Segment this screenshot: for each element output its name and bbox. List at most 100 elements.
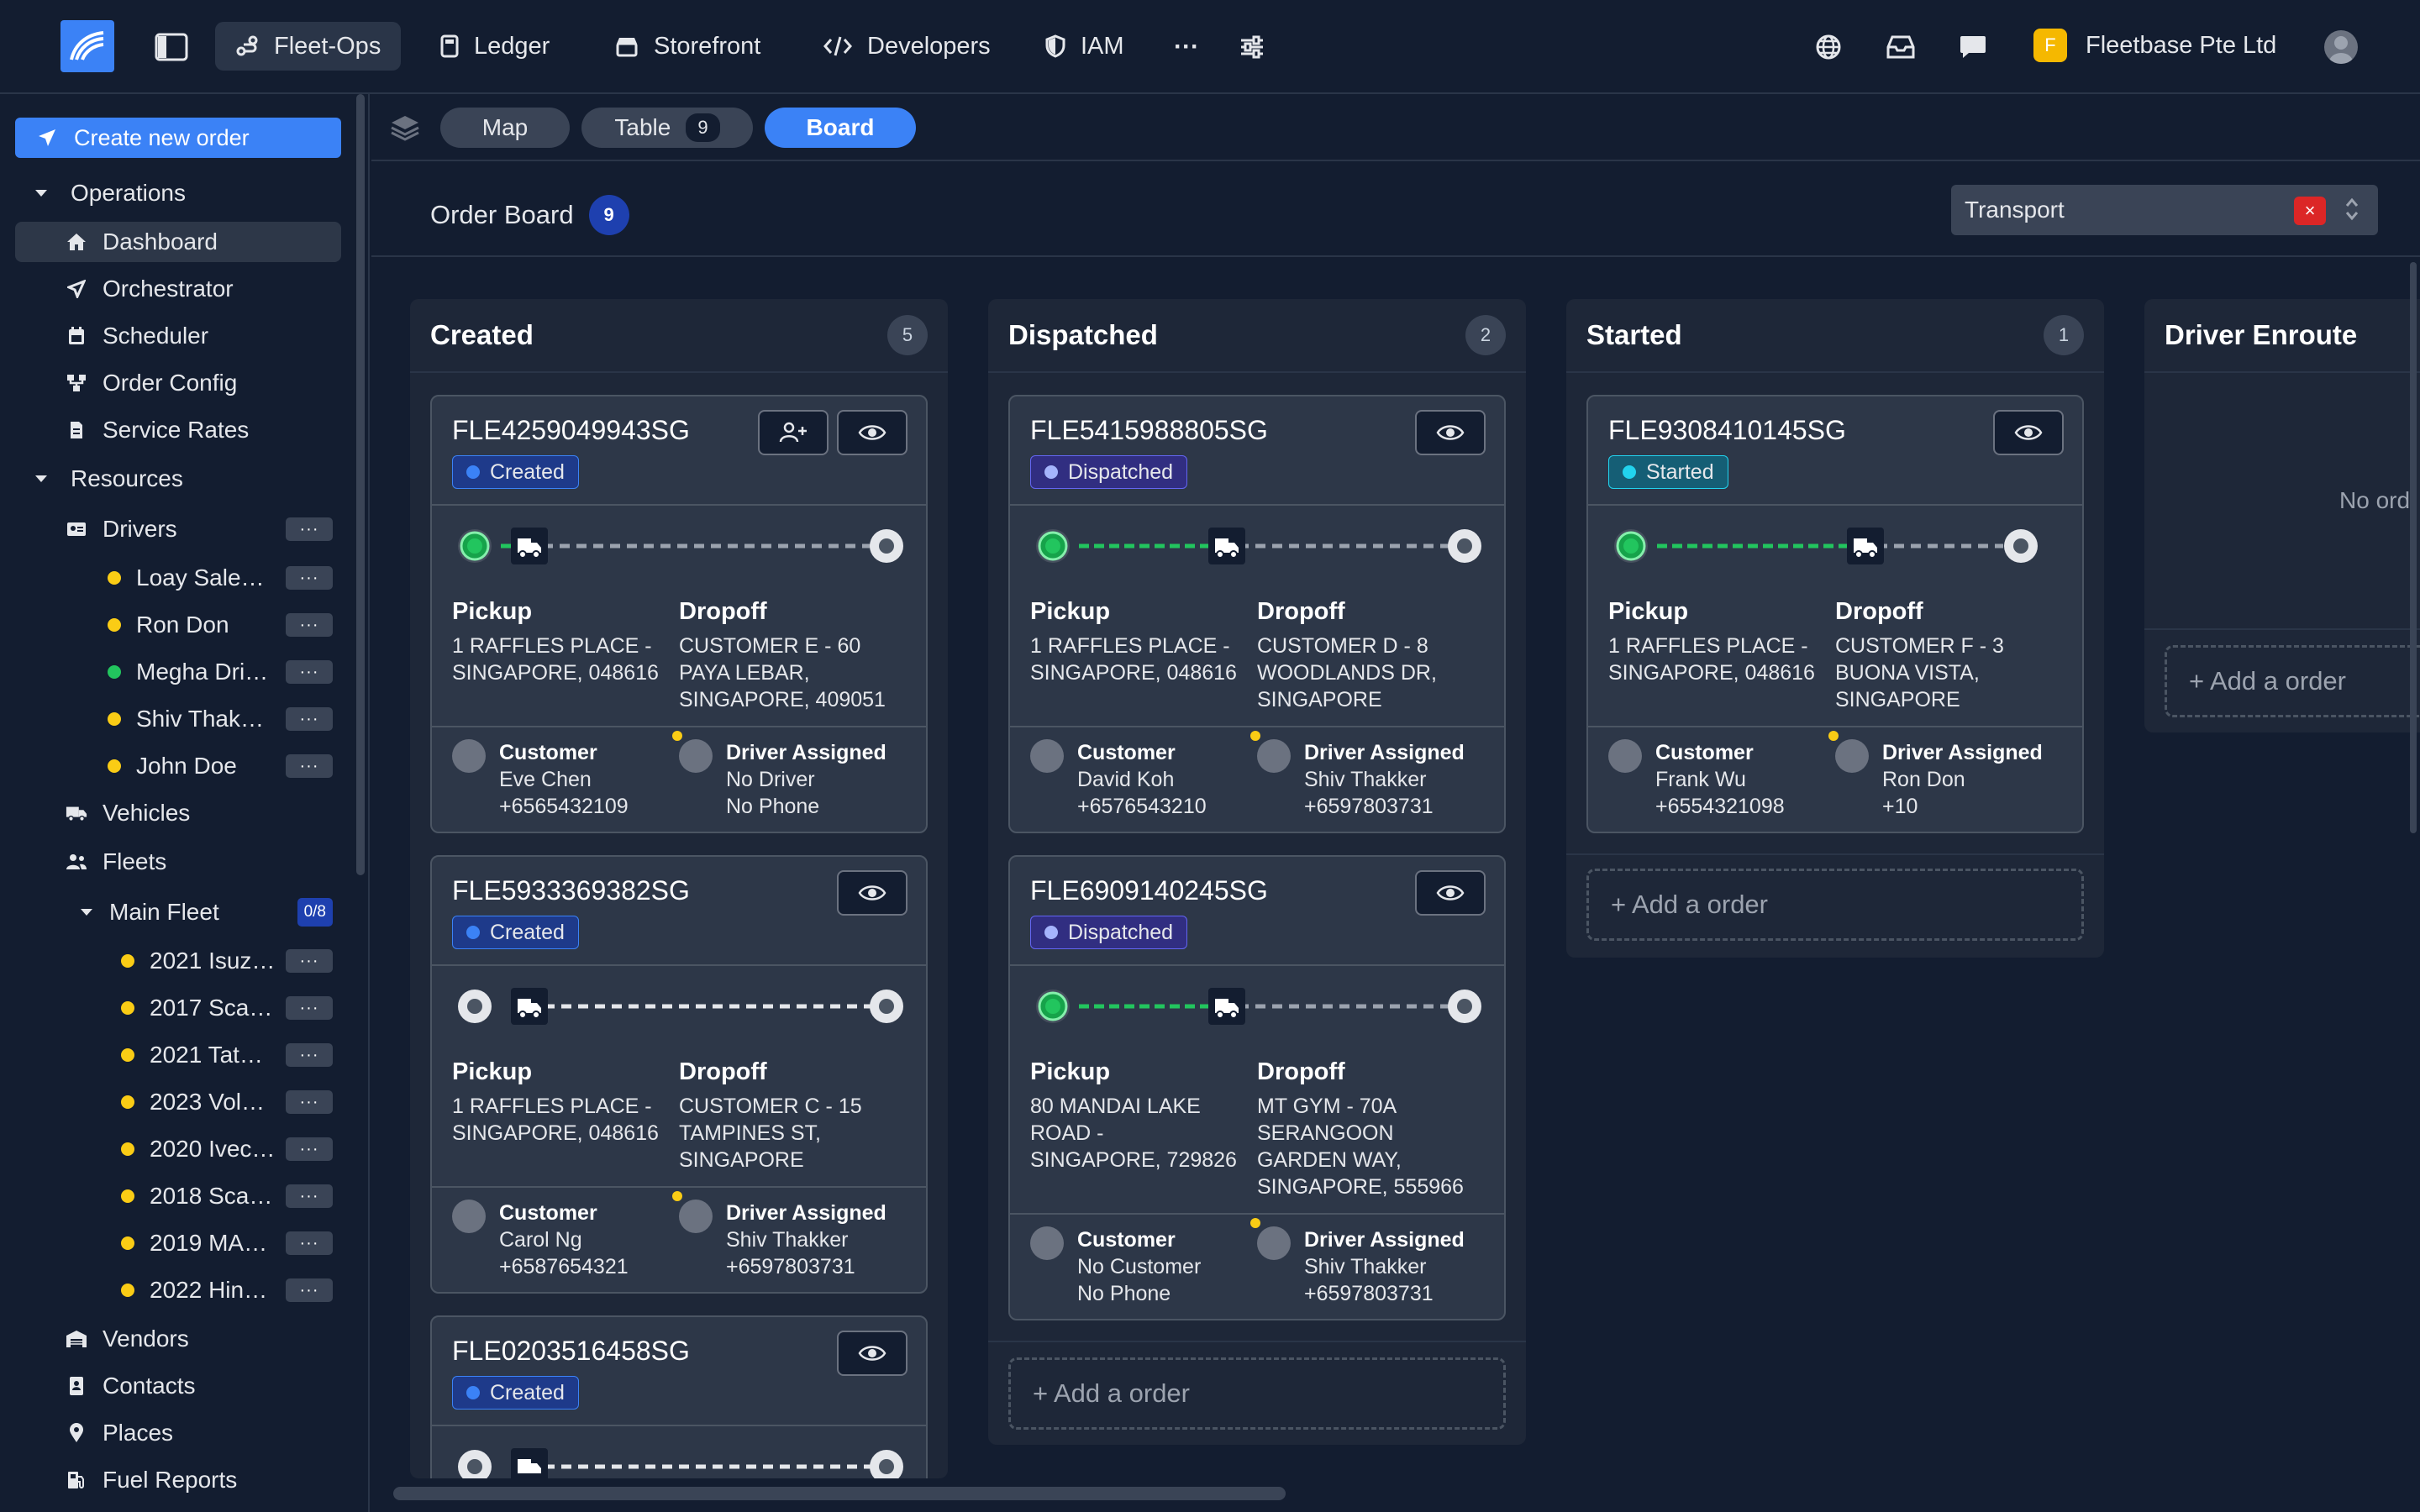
more-options-button[interactable]: ···	[286, 566, 333, 590]
create-order-button[interactable]: Create new order	[15, 118, 341, 158]
sidebar-fleet-vehicle-item[interactable]: 2018 Sca… ···	[121, 1176, 333, 1216]
nav-iam[interactable]: IAM	[1025, 22, 1144, 71]
sidebar-fleet-vehicle-item[interactable]: 2021 Tat… ···	[121, 1035, 333, 1075]
more-options-button[interactable]: ···	[286, 949, 333, 973]
board-title-group: Order Board 9	[430, 195, 629, 235]
resources-section-toggle[interactable]: Resources	[34, 459, 183, 499]
order-id[interactable]: FLE5933369382SG	[452, 875, 690, 906]
more-options-button[interactable]: ···	[286, 1137, 333, 1161]
fleetbase-logo[interactable]	[60, 20, 114, 72]
nav-developers[interactable]: Developers	[803, 22, 1011, 71]
sidebar-item-service-rates[interactable]: Service Rates	[66, 410, 249, 450]
sidebar-item-fuel-reports[interactable]: Fuel Reports	[66, 1460, 237, 1500]
more-options-button[interactable]: ···	[286, 613, 333, 637]
sidebar-fleet-vehicle-item[interactable]: 2020 Ivec… ···	[121, 1129, 333, 1169]
status-label: Started	[1646, 459, 1714, 484]
sidebar-toggle-icon[interactable]	[150, 25, 193, 69]
dropoff-address: MT GYM - 70A SERANGOON GARDEN WAY, SINGA…	[1257, 1095, 1464, 1199]
chat-icon[interactable]	[1951, 25, 1995, 69]
more-options-button[interactable]: ···	[286, 1043, 333, 1067]
sidebar-item-vehicles[interactable]: Vehicles	[66, 793, 190, 833]
board-view-button[interactable]: Board	[765, 108, 916, 148]
order-card[interactable]: FLE4259049943SG Created Pickup 1 RAFFLES …	[430, 395, 928, 833]
view-order-button[interactable]	[1415, 410, 1486, 455]
order-card[interactable]: FLE5933369382SG Created Pickup 1 RAFFLES …	[430, 855, 928, 1294]
sidebar-scrollbar[interactable]	[356, 94, 365, 875]
nav-storefront[interactable]: Storefront	[595, 22, 781, 71]
org-switcher[interactable]: F Fleetbase Pte Ltd	[2033, 29, 2276, 62]
sidebar-item-drivers[interactable]: Drivers ···	[66, 509, 333, 549]
sidebar-item-order-config[interactable]: Order Config	[66, 363, 237, 403]
sidebar-fleet-vehicle-item[interactable]: 2017 Sca… ···	[121, 988, 333, 1028]
order-card[interactable]: FLE9308410145SG Started Pickup 1 RAFFLES …	[1586, 395, 2084, 833]
globe-icon[interactable]	[1807, 25, 1850, 69]
more-options-button[interactable]: ···	[286, 996, 333, 1020]
order-id[interactable]: FLE5415988805SG	[1030, 415, 1268, 446]
sidebar-item-scheduler[interactable]: Scheduler	[66, 316, 208, 356]
add-order-button[interactable]: + Add a order	[1586, 869, 2084, 941]
sidebar-fleet-vehicle-item[interactable]: 2023 Vol… ···	[121, 1082, 333, 1122]
add-order-button[interactable]: + Add a order	[1008, 1357, 1506, 1430]
sidebar-driver-item[interactable]: Ron Don ···	[108, 605, 333, 645]
order-card[interactable]: FLE5415988805SG Dispatched Pickup 1 RAFFL…	[1008, 395, 1506, 833]
sidebar-driver-item[interactable]: John Doe ···	[108, 746, 333, 786]
customer-phone: No Phone	[1077, 1282, 1171, 1305]
more-options-button[interactable]: ···	[286, 1231, 333, 1255]
order-id[interactable]: FLE6909140245SG	[1030, 875, 1268, 906]
order-card[interactable]: FLE0203516458SG Created	[430, 1315, 928, 1478]
sidebar-item-places[interactable]: Places	[66, 1413, 173, 1453]
map-view-button[interactable]: Map	[440, 108, 570, 148]
board-horizontal-scrollbar[interactable]	[393, 1487, 1286, 1500]
view-order-button[interactable]	[1415, 870, 1486, 916]
nav-fleet-ops[interactable]: Fleet-Ops	[215, 22, 402, 71]
more-options-button[interactable]: ···	[286, 754, 333, 778]
sidebar-item-contacts[interactable]: Contacts	[66, 1366, 196, 1406]
status-dot	[466, 1386, 480, 1399]
more-options-button[interactable]: ···	[286, 517, 333, 541]
route-progress-track	[1614, 528, 2038, 564]
order-id[interactable]: FLE4259049943SG	[452, 415, 690, 446]
eye-icon	[858, 425, 886, 440]
sidebar-fleet-vehicle-item[interactable]: 2021 Isuz… ···	[121, 941, 333, 981]
order-id[interactable]: FLE9308410145SG	[1608, 415, 1846, 446]
settings-sliders-icon[interactable]	[1230, 25, 1274, 69]
pickup-label: Pickup	[1030, 598, 1111, 625]
add-order-button[interactable]: + Add a order	[2165, 645, 2420, 717]
sidebar-item-vendors[interactable]: Vendors	[66, 1319, 189, 1359]
sidebar-driver-item[interactable]: Megha Dri… ···	[108, 652, 333, 692]
layers-icon[interactable]	[390, 114, 420, 143]
view-order-button[interactable]	[837, 870, 908, 916]
vehicle-name: 2019 MA…	[150, 1230, 268, 1256]
sidebar-driver-item[interactable]: Shiv Thak… ···	[108, 699, 333, 739]
inbox-icon[interactable]	[1879, 25, 1923, 69]
sidebar-driver-item[interactable]: Loay Sale… ···	[108, 558, 333, 598]
more-options-button[interactable]: ···	[286, 1090, 333, 1114]
more-options-button[interactable]: ···	[286, 707, 333, 731]
customer-name: Carol Ng	[499, 1228, 582, 1252]
board-vertical-scrollbar[interactable]	[2410, 262, 2417, 833]
eye-icon	[1436, 885, 1465, 900]
view-order-button[interactable]	[1993, 410, 2064, 455]
more-options-button[interactable]: ···	[286, 1184, 333, 1208]
sidebar-item-orchestrator[interactable]: Orchestrator	[66, 269, 234, 309]
more-nav-button[interactable]: ···	[1165, 25, 1208, 69]
view-order-button[interactable]	[837, 1331, 908, 1376]
sidebar-fleet-vehicle-item[interactable]: 2022 Hin… ···	[121, 1270, 333, 1310]
order-card[interactable]: FLE6909140245SG Dispatched Pickup 80 MAND…	[1008, 855, 1506, 1320]
clear-selection-button[interactable]: ×	[2294, 197, 2326, 225]
assign-driver-button[interactable]	[758, 410, 829, 455]
table-view-button[interactable]: Table 9	[581, 108, 753, 148]
nav-ledger[interactable]: Ledger	[420, 22, 570, 71]
sidebar-item-dashboard[interactable]: Dashboard	[15, 222, 341, 262]
more-options-button[interactable]: ···	[286, 660, 333, 684]
view-order-button[interactable]	[837, 410, 908, 455]
user-avatar[interactable]	[2324, 30, 2358, 64]
sidebar-item-main-fleet[interactable]: Main Fleet 0/8	[79, 892, 333, 932]
operations-section-toggle[interactable]: Operations	[34, 173, 186, 213]
order-id[interactable]: FLE0203516458SG	[452, 1336, 690, 1367]
sidebar-item-fleets[interactable]: Fleets	[66, 842, 166, 882]
status-label: Created	[490, 459, 565, 484]
order-type-select[interactable]: Transport ×	[1951, 185, 2378, 235]
sidebar-fleet-vehicle-item[interactable]: 2019 MA… ···	[121, 1223, 333, 1263]
more-options-button[interactable]: ···	[286, 1278, 333, 1302]
